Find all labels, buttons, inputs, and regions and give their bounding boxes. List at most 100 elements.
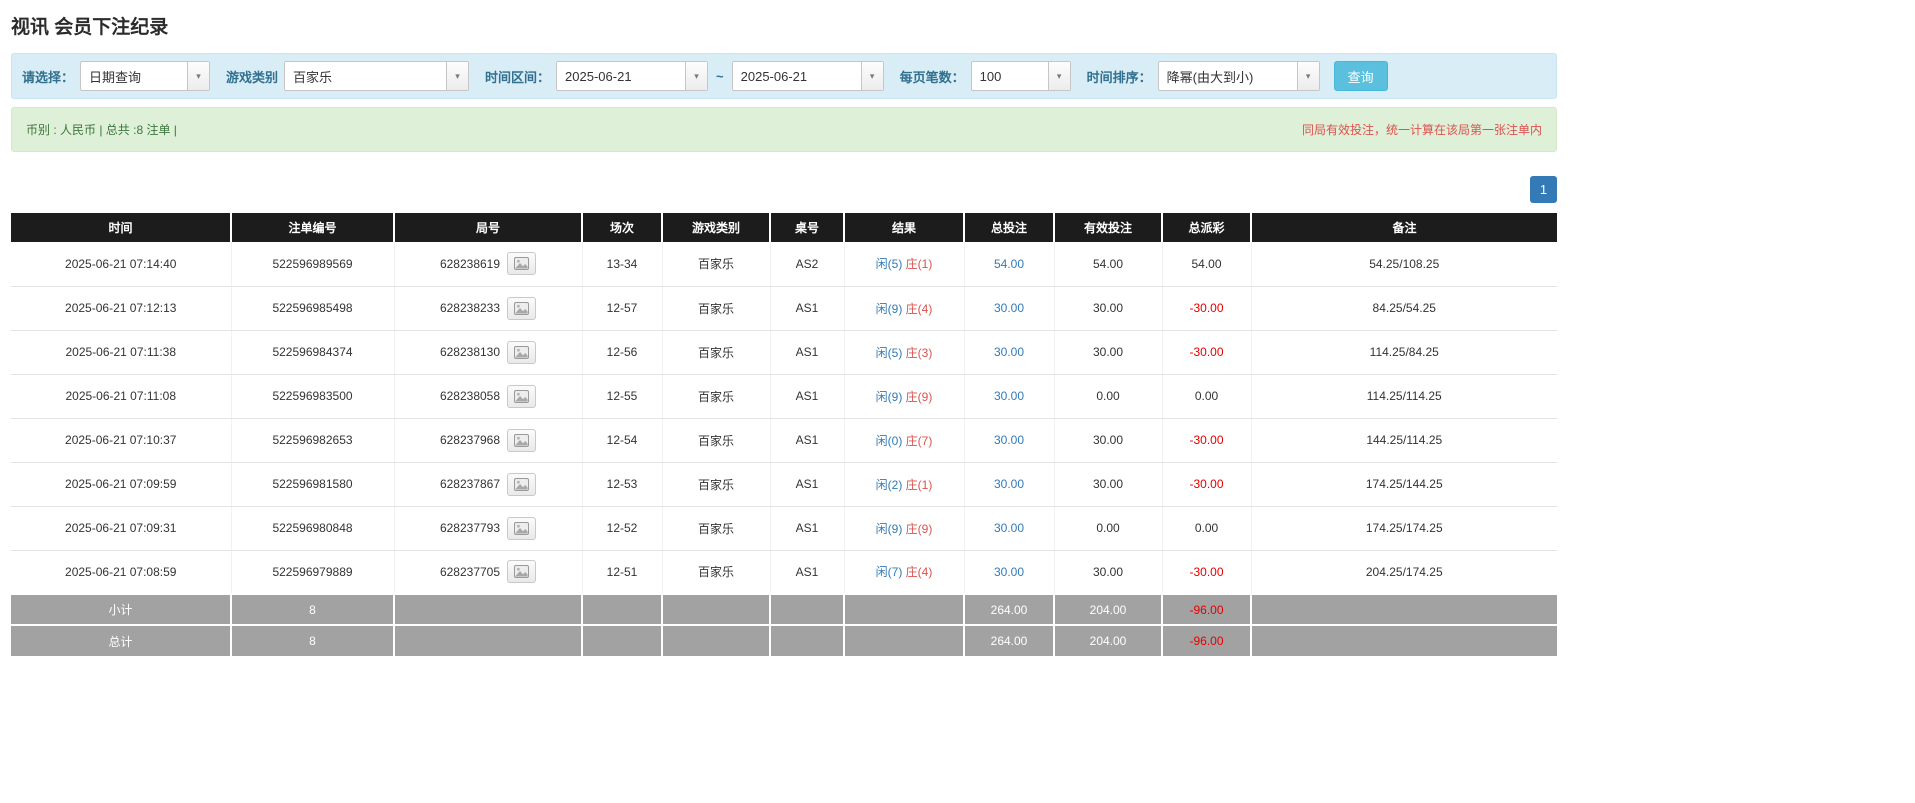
cell-result: 闲(9) 庄(4) bbox=[844, 286, 964, 330]
cell-round-id: 628238233 bbox=[394, 286, 582, 330]
chevron-down-icon[interactable]: ▾ bbox=[187, 62, 209, 90]
table-row: 2025-06-21 07:11:08 522596983500 6282380… bbox=[11, 374, 1557, 418]
cell-game-type: 百家乐 bbox=[662, 506, 770, 550]
per-page-select[interactable]: 100 ▾ bbox=[971, 61, 1071, 91]
cell-game-type: 百家乐 bbox=[662, 418, 770, 462]
result-player: 闲(9) bbox=[876, 390, 903, 404]
chevron-down-icon[interactable]: ▾ bbox=[446, 62, 468, 90]
video-replay-icon[interactable] bbox=[507, 560, 536, 583]
total-bet-link[interactable]: 54.00 bbox=[994, 257, 1024, 271]
empty-cell bbox=[582, 594, 662, 625]
result-banker: 庄(4) bbox=[906, 565, 933, 579]
cell-payout: -30.00 bbox=[1162, 462, 1251, 506]
empty-cell bbox=[770, 594, 844, 625]
cell-round-id: 628237793 bbox=[394, 506, 582, 550]
empty-cell bbox=[394, 625, 582, 656]
total-bet-link[interactable]: 30.00 bbox=[994, 565, 1024, 579]
table-row: 2025-06-21 07:08:59 522596979889 6282377… bbox=[11, 550, 1557, 594]
round-id-text: 628237968 bbox=[440, 433, 500, 447]
result-banker: 庄(4) bbox=[906, 302, 933, 316]
round-id-text: 628238130 bbox=[440, 345, 500, 359]
video-replay-icon[interactable] bbox=[507, 429, 536, 452]
cell-payout: 0.00 bbox=[1162, 374, 1251, 418]
video-replay-icon[interactable] bbox=[507, 517, 536, 540]
video-replay-icon[interactable] bbox=[507, 297, 536, 320]
empty-cell bbox=[844, 594, 964, 625]
cell-payout: -30.00 bbox=[1162, 418, 1251, 462]
search-button[interactable]: 查询 bbox=[1334, 61, 1388, 91]
grand-total-total-bet: 264.00 bbox=[964, 625, 1054, 656]
query-type-select[interactable]: 日期查询 ▾ bbox=[80, 61, 210, 91]
cell-result: 闲(9) 庄(9) bbox=[844, 506, 964, 550]
header-result: 结果 bbox=[844, 213, 964, 242]
chevron-down-icon[interactable]: ▾ bbox=[1297, 62, 1319, 90]
table-body: 2025-06-21 07:14:40 522596989569 6282386… bbox=[11, 242, 1557, 594]
round-id-text: 628238619 bbox=[440, 257, 500, 271]
result-banker: 庄(1) bbox=[906, 257, 933, 271]
cell-result: 闲(5) 庄(1) bbox=[844, 242, 964, 286]
cell-total-bet: 30.00 bbox=[964, 330, 1054, 374]
total-bet-link[interactable]: 30.00 bbox=[994, 433, 1024, 447]
date-range-separator: ~ bbox=[714, 69, 726, 84]
cell-game-type: 百家乐 bbox=[662, 462, 770, 506]
cell-round-id: 628238130 bbox=[394, 330, 582, 374]
video-replay-icon[interactable] bbox=[507, 341, 536, 364]
cell-table-no: AS1 bbox=[770, 506, 844, 550]
valid-bet-note: 同局有效投注，统一计算在该局第一张注单内 bbox=[1302, 121, 1542, 138]
table-footer: 小计 8 264.00 204.00 -96.00 总计 8 bbox=[11, 594, 1557, 656]
table-row: 2025-06-21 07:09:59 522596981580 6282378… bbox=[11, 462, 1557, 506]
total-bet-link[interactable]: 30.00 bbox=[994, 301, 1024, 315]
date-from-select[interactable]: 2025-06-21 ▾ bbox=[556, 61, 708, 91]
video-replay-icon[interactable] bbox=[507, 473, 536, 496]
cell-round-id: 628237968 bbox=[394, 418, 582, 462]
chevron-down-icon[interactable]: ▾ bbox=[685, 62, 707, 90]
cell-session: 12-54 bbox=[582, 418, 662, 462]
table-row: 2025-06-21 07:14:40 522596989569 6282386… bbox=[11, 242, 1557, 286]
cell-note: 204.25/174.25 bbox=[1251, 550, 1557, 594]
cell-time: 2025-06-21 07:09:59 bbox=[11, 462, 231, 506]
total-bet-link[interactable]: 30.00 bbox=[994, 477, 1024, 491]
grand-total-valid-bet: 204.00 bbox=[1054, 625, 1162, 656]
pagination: 1 bbox=[11, 176, 1557, 203]
page-button-1[interactable]: 1 bbox=[1530, 176, 1557, 203]
total-bet-link[interactable]: 30.00 bbox=[994, 345, 1024, 359]
cell-time: 2025-06-21 07:08:59 bbox=[11, 550, 231, 594]
result-player: 闲(5) bbox=[876, 346, 903, 360]
result-banker: 庄(9) bbox=[906, 390, 933, 404]
cell-bet-id: 522596982653 bbox=[231, 418, 394, 462]
chevron-down-icon[interactable]: ▾ bbox=[1048, 62, 1070, 90]
date-to-select[interactable]: 2025-06-21 ▾ bbox=[732, 61, 884, 91]
sort-select[interactable]: 降幂(由大到小) ▾ bbox=[1158, 61, 1320, 91]
cell-result: 闲(9) 庄(9) bbox=[844, 374, 964, 418]
cell-result: 闲(5) 庄(3) bbox=[844, 330, 964, 374]
cell-session: 12-51 bbox=[582, 550, 662, 594]
cell-round-id: 628237867 bbox=[394, 462, 582, 506]
page-title: 视讯 会员下注纪录 bbox=[11, 12, 1557, 39]
total-bet-link[interactable]: 30.00 bbox=[994, 389, 1024, 403]
cell-total-bet: 30.00 bbox=[964, 286, 1054, 330]
query-type-label: 请选择： bbox=[22, 67, 74, 86]
cell-bet-id: 522596981580 bbox=[231, 462, 394, 506]
cell-table-no: AS1 bbox=[770, 550, 844, 594]
cell-game-type: 百家乐 bbox=[662, 374, 770, 418]
video-replay-icon[interactable] bbox=[507, 252, 536, 275]
header-valid-bet: 有效投注 bbox=[1054, 213, 1162, 242]
result-banker: 庄(3) bbox=[906, 346, 933, 360]
round-id-text: 628238233 bbox=[440, 301, 500, 315]
empty-cell bbox=[844, 625, 964, 656]
chevron-down-icon[interactable]: ▾ bbox=[861, 62, 883, 90]
cell-total-bet: 30.00 bbox=[964, 462, 1054, 506]
header-note: 备注 bbox=[1251, 213, 1557, 242]
total-bet-link[interactable]: 30.00 bbox=[994, 521, 1024, 535]
empty-cell bbox=[770, 625, 844, 656]
cell-payout: -30.00 bbox=[1162, 330, 1251, 374]
cell-valid-bet: 30.00 bbox=[1054, 418, 1162, 462]
header-table-no: 桌号 bbox=[770, 213, 844, 242]
cell-valid-bet: 0.00 bbox=[1054, 506, 1162, 550]
subtotal-label: 小计 bbox=[11, 594, 231, 625]
game-type-select[interactable]: 百家乐 ▾ bbox=[284, 61, 469, 91]
cell-bet-id: 522596983500 bbox=[231, 374, 394, 418]
video-replay-icon[interactable] bbox=[507, 385, 536, 408]
currency-summary: 币别 : 人民币 | 总共 :8 注单 | bbox=[26, 121, 177, 138]
cell-bet-id: 522596984374 bbox=[231, 330, 394, 374]
